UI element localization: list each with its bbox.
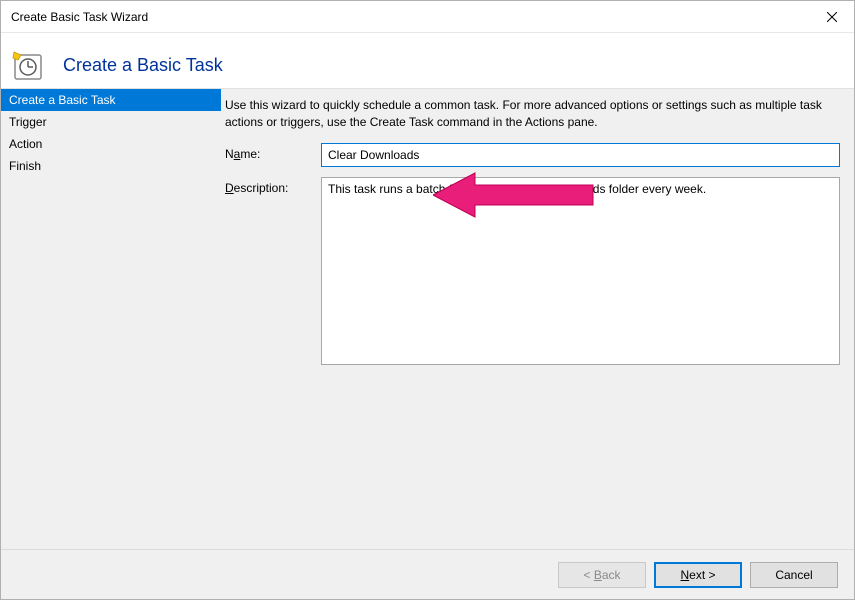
back-button: < Back [558, 562, 646, 588]
sidebar-item-finish[interactable]: Finish [1, 155, 221, 177]
sidebar-item-action[interactable]: Action [1, 133, 221, 155]
description-label: Description: [225, 177, 321, 195]
sidebar-item-label: Create a Basic Task [9, 93, 116, 107]
wizard-window: Create Basic Task Wizard Create a Basic … [0, 0, 855, 600]
wizard-header: Create a Basic Task [1, 33, 854, 88]
sidebar-item-label: Finish [9, 159, 41, 173]
sidebar-item-label: Trigger [9, 115, 47, 129]
description-row: Description: [225, 177, 840, 365]
next-button[interactable]: Next > [654, 562, 742, 588]
close-icon [827, 12, 837, 22]
sidebar-item-create-task[interactable]: Create a Basic Task [1, 89, 221, 111]
sidebar-item-label: Action [9, 137, 42, 151]
sidebar-item-trigger[interactable]: Trigger [1, 111, 221, 133]
wizard-instructions: Use this wizard to quickly schedule a co… [225, 97, 840, 131]
wizard-footer: < Back Next > Cancel [1, 549, 854, 599]
name-label: Name: [225, 143, 321, 161]
wizard-main: Use this wizard to quickly schedule a co… [221, 89, 854, 549]
wizard-header-title: Create a Basic Task [63, 55, 223, 76]
titlebar-title: Create Basic Task Wizard [11, 10, 148, 24]
titlebar: Create Basic Task Wizard [1, 1, 854, 33]
wizard-sidebar: Create a Basic Task Trigger Action Finis… [1, 89, 221, 549]
description-input[interactable] [321, 177, 840, 365]
name-row: Name: [225, 143, 840, 167]
wizard-icon [11, 49, 45, 83]
close-button[interactable] [809, 1, 854, 33]
cancel-button[interactable]: Cancel [750, 562, 838, 588]
wizard-body: Create a Basic Task Trigger Action Finis… [1, 88, 854, 549]
name-input[interactable] [321, 143, 840, 167]
